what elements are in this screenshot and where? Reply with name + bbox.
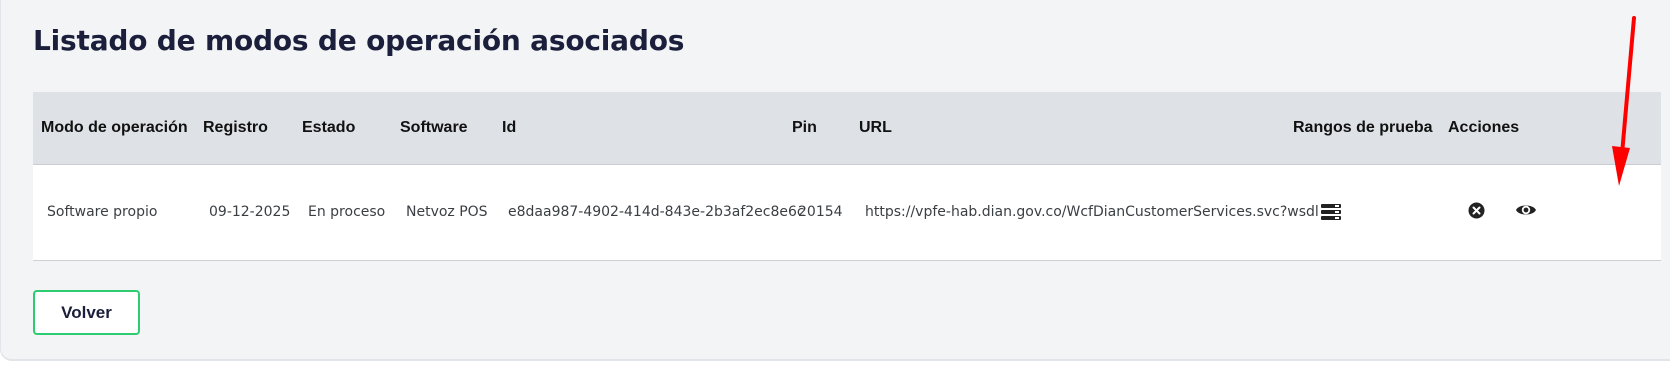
- table-header-row: Modo de operación Registro Estado Softwa…: [33, 92, 1661, 165]
- column-header-estado: Estado: [294, 92, 392, 165]
- operation-modes-table: Modo de operación Registro Estado Softwa…: [33, 92, 1661, 261]
- close-circle-icon[interactable]: [1468, 202, 1485, 219]
- column-header-url: URL: [851, 92, 1285, 165]
- cell-estado: En proceso: [308, 204, 386, 220]
- back-button[interactable]: Volver: [33, 290, 140, 335]
- column-header-rangos: Rangos de prueba: [1285, 92, 1440, 165]
- column-header-registro: Registro: [195, 92, 294, 165]
- eye-icon[interactable]: [1515, 202, 1537, 218]
- column-header-pin: Pin: [784, 92, 851, 165]
- page-title: Listado de modos de operación asociados: [33, 24, 685, 57]
- column-header-id: Id: [494, 92, 784, 165]
- cell-modo: Software propio: [47, 204, 158, 220]
- red-arrow-annotation: [1612, 16, 1636, 186]
- cell-url: https://vpfe-hab.dian.gov.co/WcfDianCust…: [865, 204, 1319, 220]
- column-header-modo: Modo de operación: [33, 92, 195, 165]
- column-header-software: Software: [392, 92, 494, 165]
- content-card: Listado de modos de operación asociados …: [0, 0, 1670, 361]
- cell-rangos: [1285, 164, 1440, 260]
- cell-software: Netvoz POS: [406, 204, 488, 220]
- cell-id: e8daa987-4902-414d-843e-2b3af2ec8e6c: [508, 204, 805, 220]
- table-row: Software propio 09-12-2025 En proceso Ne…: [33, 164, 1661, 260]
- cell-registro: 09-12-2025: [209, 204, 291, 220]
- list-icon[interactable]: [1321, 204, 1341, 220]
